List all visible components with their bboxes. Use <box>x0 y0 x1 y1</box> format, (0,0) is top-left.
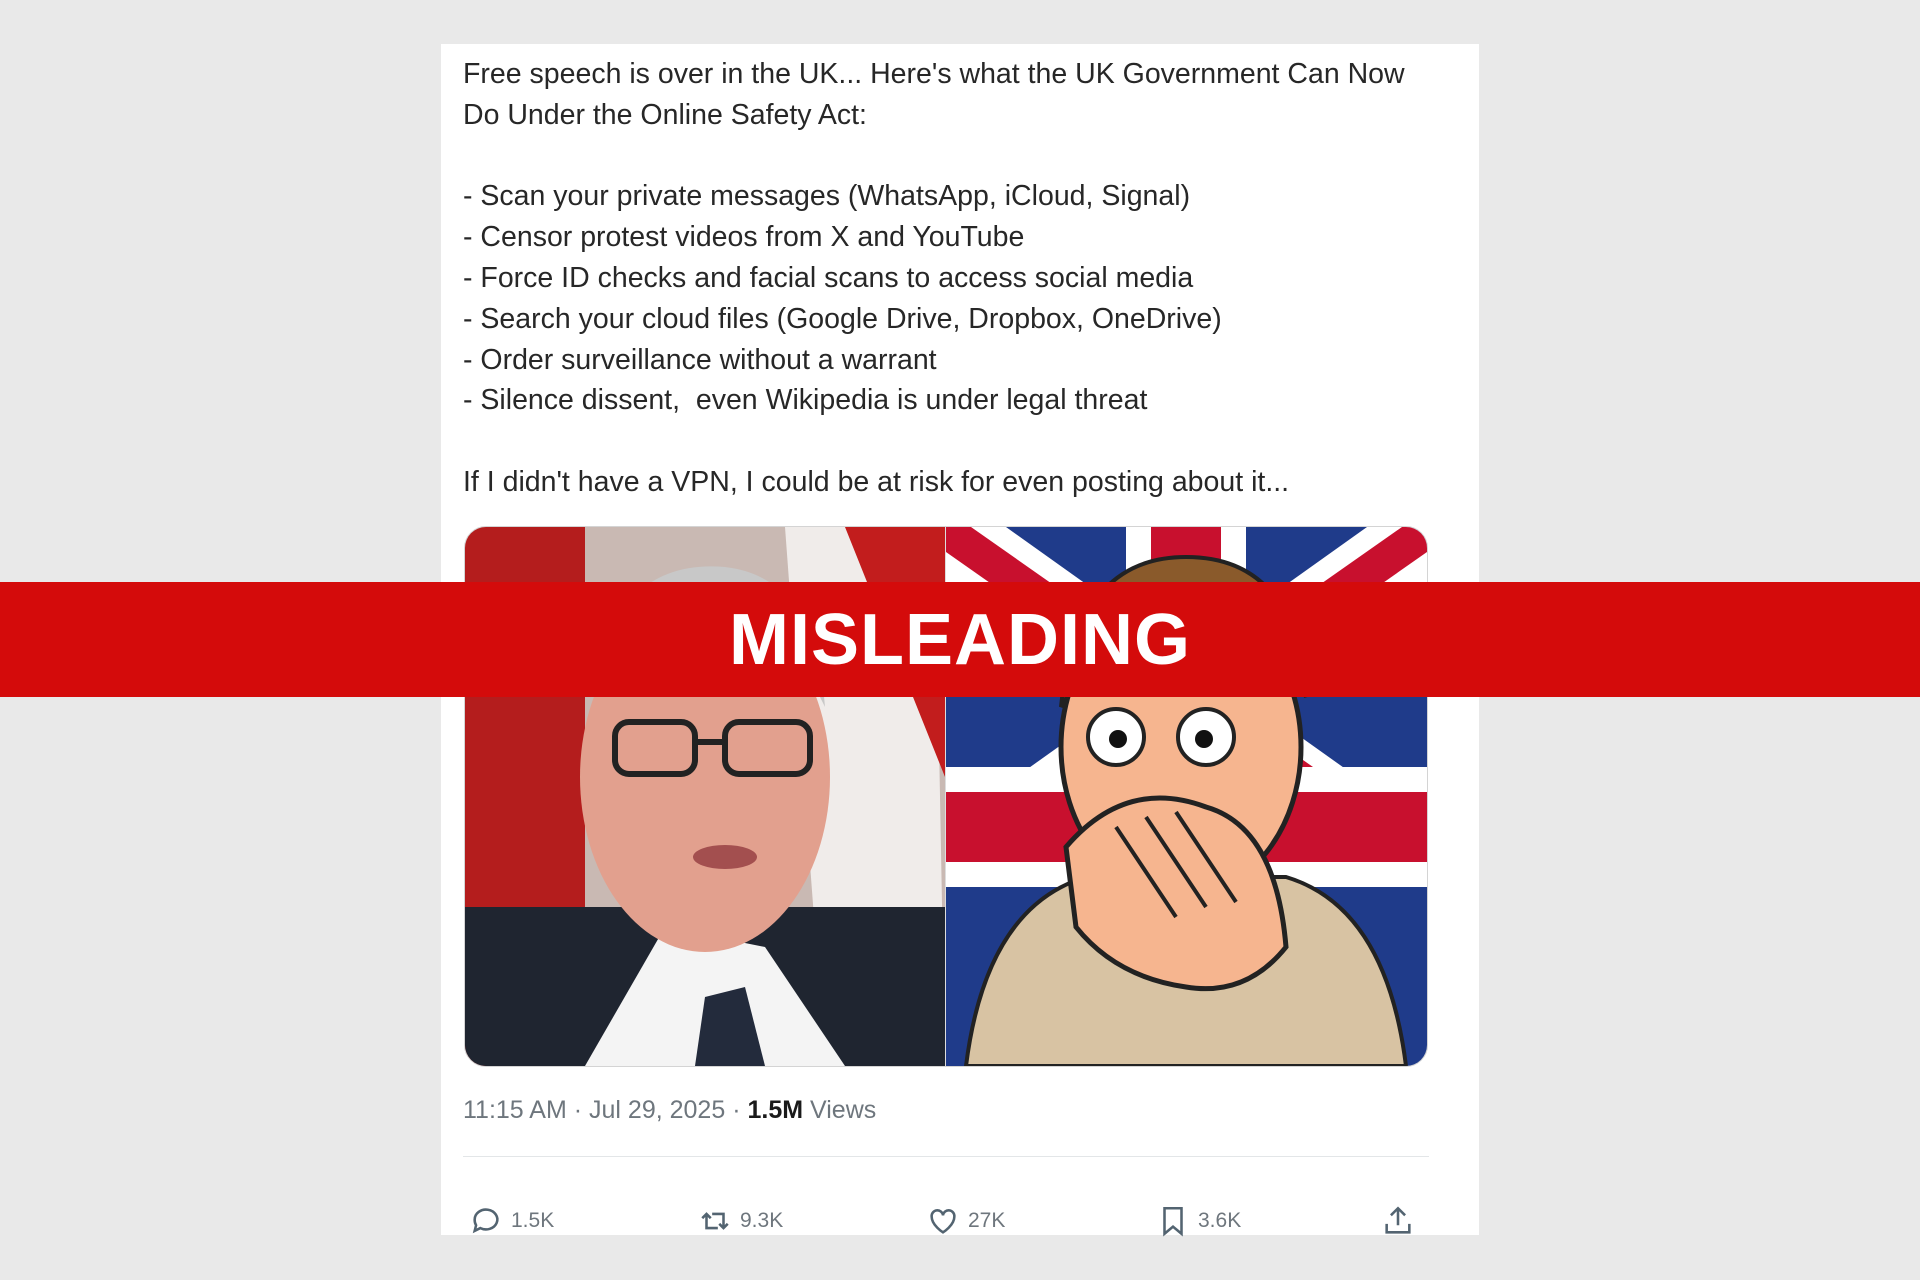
repost-button[interactable]: 9.3K <box>698 1204 783 1238</box>
misleading-banner: MISLEADING <box>0 582 1920 697</box>
bookmark-count: 3.6K <box>1198 1209 1242 1232</box>
like-button[interactable]: 27K <box>926 1204 1005 1238</box>
views-count: 1.5M <box>747 1096 804 1124</box>
like-count: 27K <box>968 1209 1006 1232</box>
meta-separator: · <box>573 1096 583 1124</box>
repost-arrows-icon <box>701 1212 729 1230</box>
banner-label: MISLEADING <box>728 599 1191 680</box>
repost-count: 9.3K <box>740 1209 784 1232</box>
post-date[interactable]: Jul 29, 2025 <box>589 1096 725 1124</box>
tweet-text: Free speech is over in the UK... Here's … <box>463 58 1405 498</box>
views-label: Views <box>810 1096 877 1124</box>
reply-count: 1.5K <box>511 1209 555 1232</box>
divider <box>463 1156 1429 1157</box>
bookmark-button[interactable]: 3.6K <box>1156 1204 1241 1238</box>
speech-bubble-icon <box>472 1208 499 1234</box>
reply-button[interactable]: 1.5K <box>469 1204 554 1238</box>
post-meta: 11:15 AM · Jul 29, 2025 · 1.5M Views <box>463 1096 876 1125</box>
bookmark-icon <box>1163 1206 1183 1237</box>
heart-icon <box>930 1209 956 1234</box>
post-time[interactable]: 11:15 AM <box>463 1096 567 1124</box>
share-button[interactable] <box>1381 1204 1415 1238</box>
meta-separator: · <box>732 1096 741 1124</box>
share-upload-icon <box>1385 1206 1411 1234</box>
action-bar: 1.5K 9.3K 27K 3.6K <box>463 1204 1429 1244</box>
